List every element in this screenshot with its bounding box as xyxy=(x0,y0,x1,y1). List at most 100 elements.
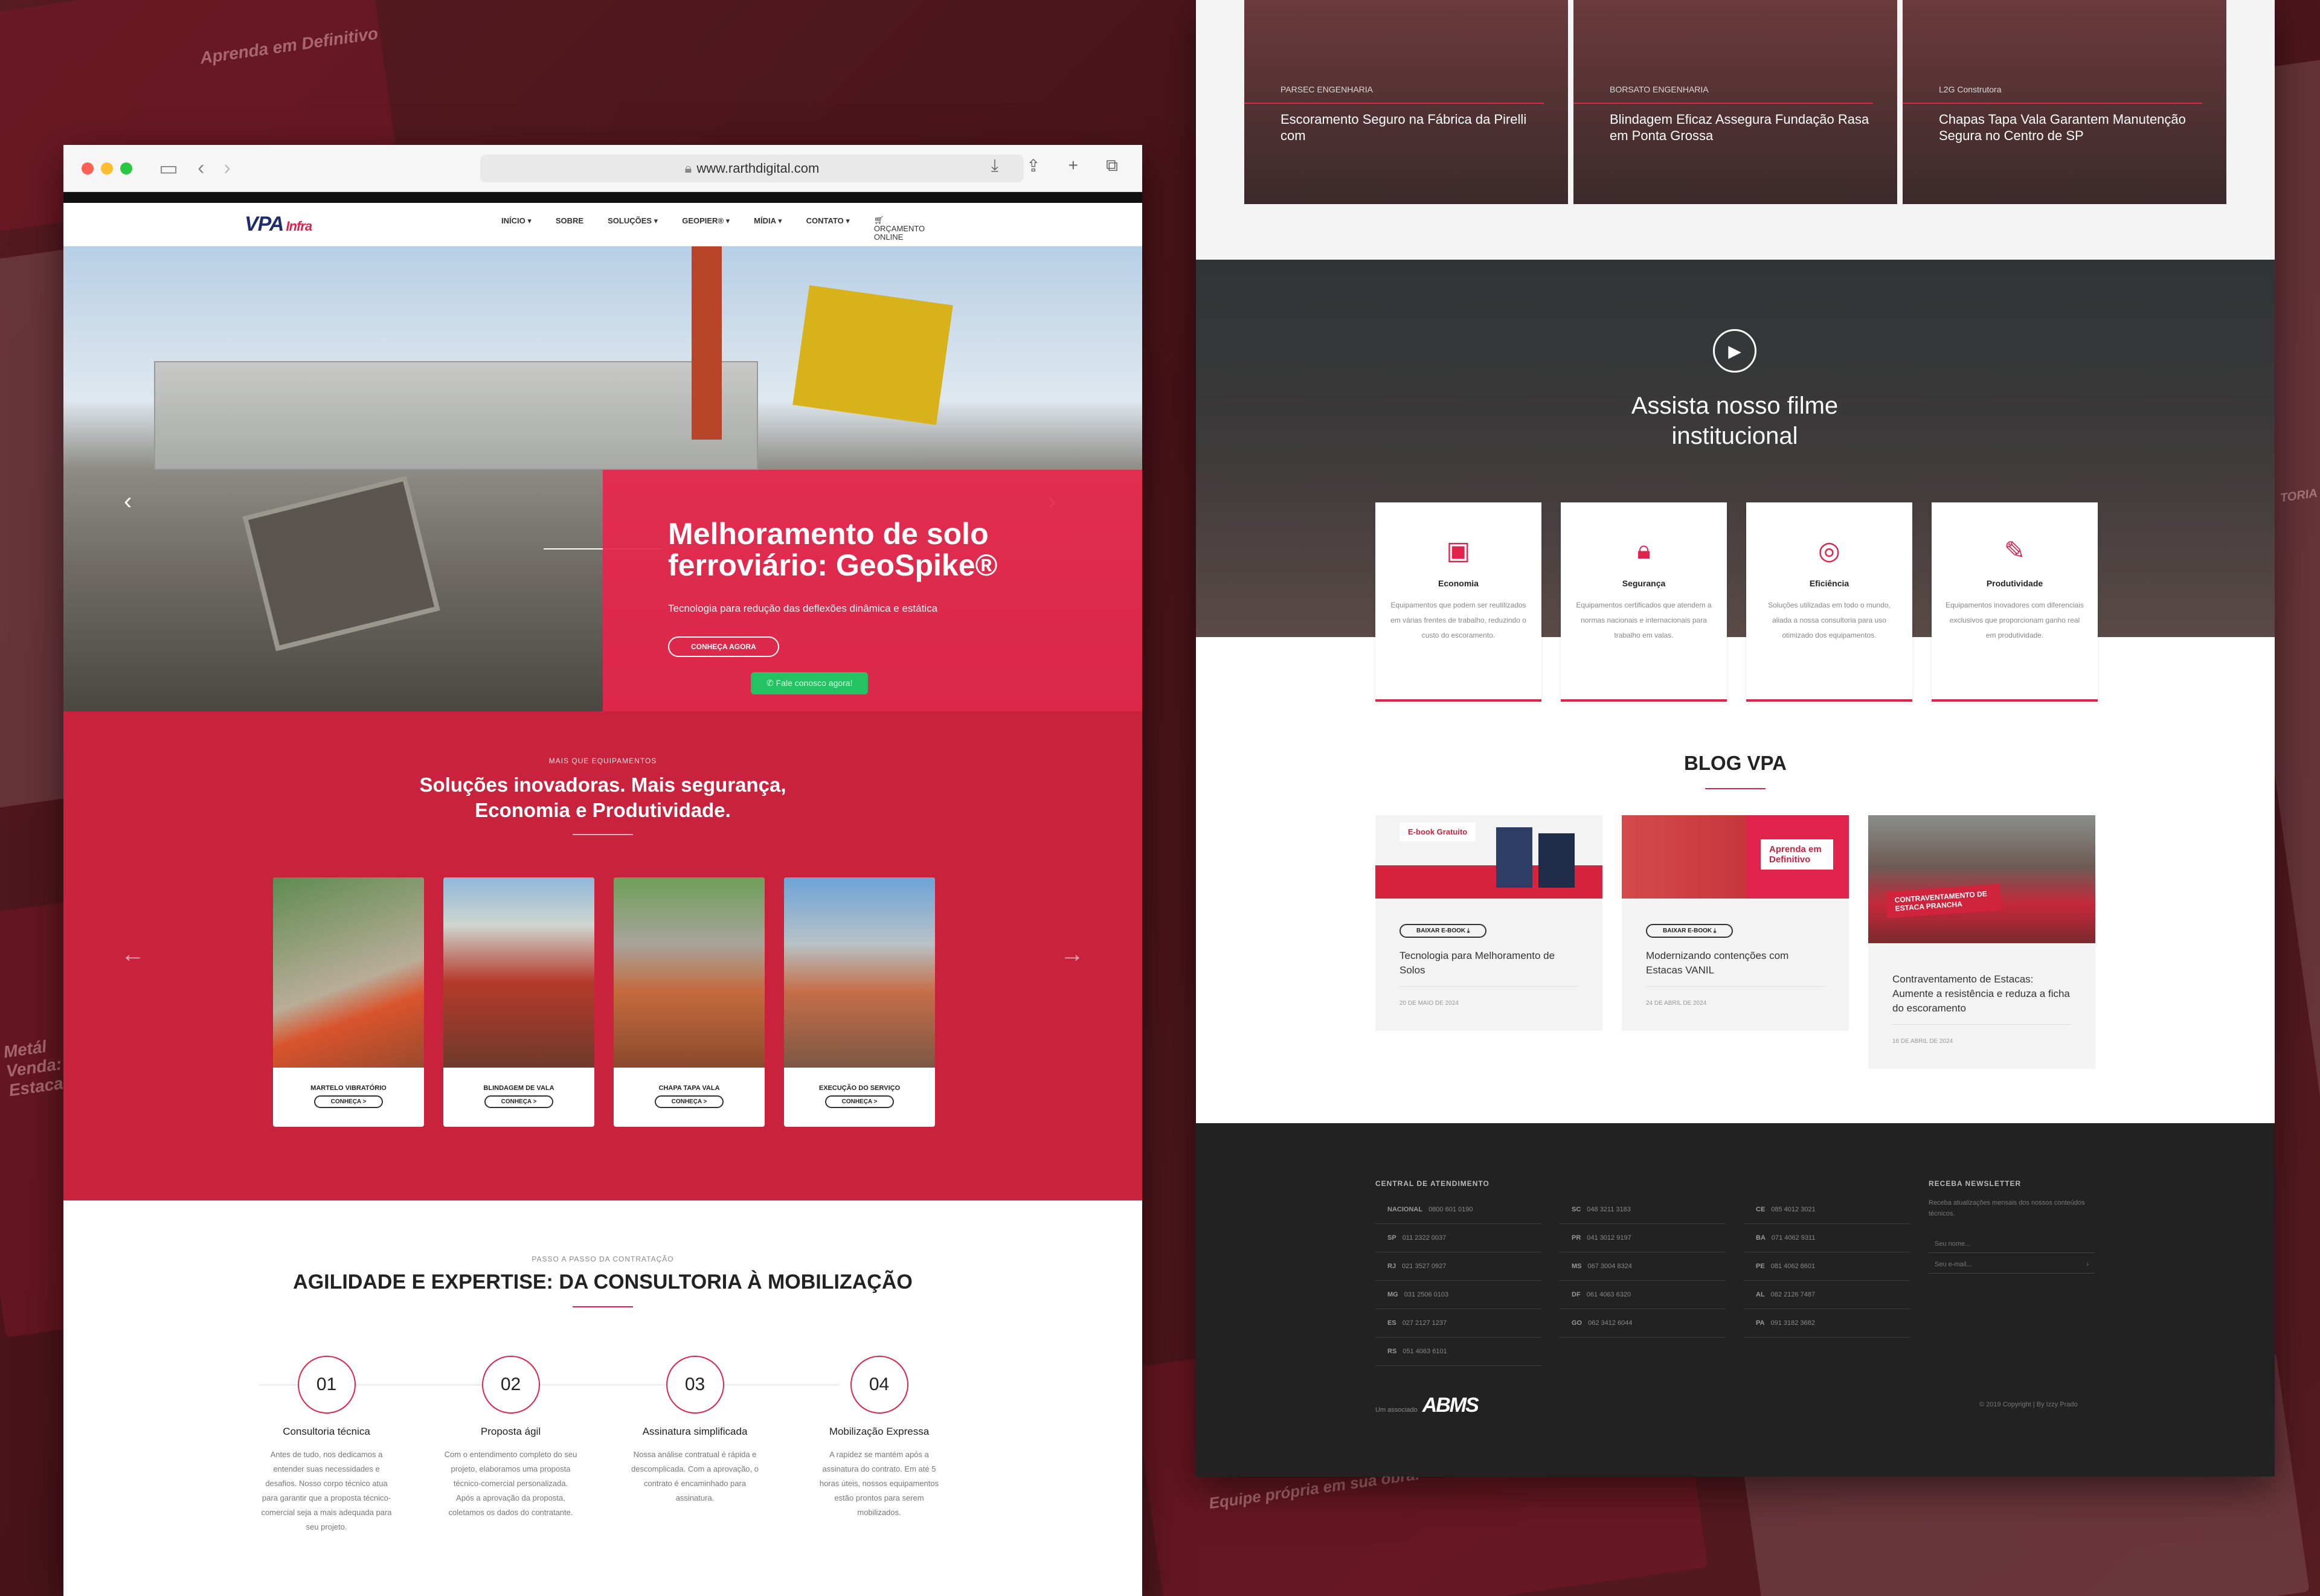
card-image xyxy=(784,877,935,1068)
download-icon[interactable]: ⤓ xyxy=(991,156,998,176)
close-window-button[interactable] xyxy=(82,162,94,175)
solutions-kicker: MAIS QUE EQUIPAMENTOS xyxy=(548,757,657,765)
phone-row[interactable]: GO 062 3412 6044 xyxy=(1560,1309,1726,1338)
phone-row[interactable]: RS 051 4063 6101 xyxy=(1375,1338,1541,1366)
divider xyxy=(573,834,633,835)
hero-image-train xyxy=(154,361,758,470)
blog-post[interactable]: Aprenda em Definitivo BAIXAR E-BOOK ⤓ Mo… xyxy=(1622,815,1849,1031)
menu-item-sobre[interactable]: SOBRE xyxy=(556,216,583,242)
phone-row[interactable]: SC 048 3211 3183 xyxy=(1560,1196,1726,1224)
card-button[interactable]: CONHEÇA > xyxy=(824,1095,895,1108)
feature-card: ✎ Produtividade Equipamentos inovadores … xyxy=(1932,502,2098,702)
phone-row[interactable]: PA 091 3182 3682 xyxy=(1744,1309,1910,1338)
quote-link[interactable]: 🛒︎ ORÇAMENTO ONLINE xyxy=(874,216,928,242)
post-tag-button[interactable]: BAIXAR E-BOOK ⤓ xyxy=(1399,924,1487,938)
footer-heading: CENTRAL DE ATENDIMENTO xyxy=(1375,1179,1489,1188)
whatsapp-button[interactable]: ✆ Fale conosco agora! xyxy=(751,672,869,694)
minimize-window-button[interactable] xyxy=(101,162,113,175)
case-card[interactable]: L2G Construtora Chapas Tapa Vala Garante… xyxy=(1903,0,2226,204)
blog-section: BLOG VPA E-book Gratuito BAIXAR E-BOOK ⤓… xyxy=(1196,637,2275,1123)
phone-row[interactable]: RJ 021 3527 0927 xyxy=(1375,1252,1541,1281)
solution-card[interactable]: EXECUÇÃO DO SERVIÇO CONHEÇA > xyxy=(784,877,935,1127)
card-title: BLINDAGEM DE VALA xyxy=(483,1085,554,1092)
play-icon[interactable]: ▶ xyxy=(1713,329,1756,373)
wallet-icon: ▣ xyxy=(1446,536,1471,565)
copyright: © 2019 Copyright | By Izzy Prado xyxy=(1979,1401,2078,1408)
card-button[interactable]: CONHEÇA > xyxy=(654,1095,724,1108)
lock-icon: 🔒︎ xyxy=(1637,536,1651,564)
abms-logo[interactable]: ABMS xyxy=(1422,1394,1479,1417)
blog-post[interactable]: CONTRAVENTAMENTO DE ESTACA PRANCHA Contr… xyxy=(1868,815,2095,1069)
chevron-left-icon[interactable]: ‹ xyxy=(124,488,132,515)
sidebar-icon[interactable]: ▭ xyxy=(159,156,178,181)
post-date: 24 DE ABRIL DE 2024 xyxy=(1646,1000,1707,1007)
feature-card: ▣ Economia Equipamentos que podem ser re… xyxy=(1375,502,1541,702)
post-title[interactable]: Modernizando contenções com Estacas VANI… xyxy=(1646,949,1825,987)
post-image-caption: CONTRAVENTAMENTO DE ESTACA PRANCHA xyxy=(1885,883,2002,918)
hero-subtitle: Tecnologia para redução das deflexões di… xyxy=(668,603,938,614)
case-card[interactable]: PARSEC ENGENHARIA Escoramento Seguro na … xyxy=(1244,0,1568,204)
menu-item-midia[interactable]: MÍDIA ▾ xyxy=(754,216,782,242)
step-title: Consultoria técnica xyxy=(283,1426,370,1437)
share-icon[interactable]: ⇪ xyxy=(1026,156,1040,176)
address-bar[interactable]: 🔒︎ www.rarthdigital.com xyxy=(480,155,1024,182)
divider xyxy=(573,1306,633,1307)
menu-item-contato[interactable]: CONTATO ▾ xyxy=(806,216,850,242)
phone-row[interactable]: NACIONAL 0800 601 0190 xyxy=(1375,1196,1541,1224)
blog-post[interactable]: E-book Gratuito BAIXAR E-BOOK ⤓ Tecnolog… xyxy=(1375,815,1602,1031)
solution-card[interactable]: BLINDAGEM DE VALA CONHEÇA > xyxy=(443,877,594,1127)
newsletter-heading: RECEBA NEWSLETTER xyxy=(1929,1179,2022,1188)
step-number: 03 xyxy=(666,1356,724,1414)
phone-row[interactable]: CE 085 4012 3021 xyxy=(1744,1196,1910,1224)
chevron-right-icon[interactable]: › xyxy=(223,156,230,180)
phone-row[interactable]: BA 071 4062 9311 xyxy=(1744,1224,1910,1252)
plus-icon[interactable]: + xyxy=(1068,156,1078,176)
newsletter-form: RECEBA NEWSLETTER Receba atualizações me… xyxy=(1929,1179,2095,1274)
site-logo[interactable]: VPA Infra xyxy=(245,213,312,236)
maximize-window-button[interactable] xyxy=(120,162,132,175)
phone-row[interactable]: PR 041 3012 9197 xyxy=(1560,1224,1726,1252)
phone-row[interactable]: SP 011 2322 0037 xyxy=(1375,1224,1541,1252)
card-image xyxy=(273,877,424,1068)
lock-icon: 🔒︎ xyxy=(684,161,692,176)
arrow-right-icon[interactable]: → xyxy=(1060,941,1084,968)
download-icon: ⤓ xyxy=(1713,928,1717,934)
card-button[interactable]: CONHEÇA > xyxy=(313,1095,384,1108)
solution-card[interactable]: MARTELO VIBRATÓRIO CONHEÇA > xyxy=(273,877,424,1127)
card-button[interactable]: CONHEÇA > xyxy=(484,1095,554,1108)
feature-card: 🔒︎ Segurança Equipamentos certificados q… xyxy=(1561,502,1727,702)
chevron-right-icon[interactable]: › xyxy=(2086,1255,2089,1274)
feature-text: Equipamentos inovadores com diferenciais… xyxy=(1946,601,2084,639)
menu-item-solucoes[interactable]: SOLUÇÕES ▾ xyxy=(608,216,658,242)
url-text: www.rarthdigital.com xyxy=(696,161,820,176)
solutions-section: MAIS QUE EQUIPAMENTOS Soluções inovadora… xyxy=(63,711,1142,1200)
feature-title: Eficiência xyxy=(1809,578,1849,588)
site-footer: CENTRAL DE ATENDIMENTO NACIONAL 0800 601 … xyxy=(1196,1123,2275,1476)
menu-item-geopier[interactable]: GEOPIER® ▾ xyxy=(682,216,730,242)
chevron-left-icon[interactable]: ‹ xyxy=(198,156,204,180)
phone-row[interactable]: MG 031 2506 0103 xyxy=(1375,1281,1541,1309)
post-tag-button[interactable]: BAIXAR E-BOOK ⤓ xyxy=(1646,924,1734,938)
case-title: Escoramento Seguro na Fábrica da Pirelli… xyxy=(1280,112,1527,143)
phone-row[interactable]: ES 027 2127 1237 xyxy=(1375,1309,1541,1338)
phone-row[interactable]: AL 082 2126 7487 xyxy=(1744,1281,1910,1309)
post-title[interactable]: Tecnologia para Melhoramento de Solos xyxy=(1399,949,1578,987)
phone-row[interactable]: DF 061 4063 6320 xyxy=(1560,1281,1726,1309)
feature-card: ◎ Eficiência Soluções utilizadas em todo… xyxy=(1746,502,1912,702)
solution-card[interactable]: CHAPA TAPA VALA CONHEÇA > xyxy=(614,877,765,1127)
name-field[interactable]: Seu nome... xyxy=(1929,1235,2095,1253)
hero-cta-button[interactable]: CONHEÇA AGORA xyxy=(668,636,779,657)
email-field[interactable]: Seu e-mail... › xyxy=(1929,1255,2095,1274)
post-title[interactable]: Contraventamento de Estacas: Aumente a r… xyxy=(1892,972,2071,1025)
card-title: EXECUÇÃO DO SERVIÇO xyxy=(818,1085,901,1092)
phone-row[interactable]: PE 081 4062 8601 xyxy=(1744,1252,1910,1281)
browser-toolbar: ▭ ‹ › 🔒︎ www.rarthdigital.com ⤓ ⇪ + ⧉ xyxy=(63,145,1142,192)
phone-row[interactable]: MS 067 3004 8324 xyxy=(1560,1252,1726,1281)
step-number: 02 xyxy=(481,1356,540,1414)
tabs-icon[interactable]: ⧉ xyxy=(1106,156,1118,176)
menu-item-inicio[interactable]: INÍCIO ▾ xyxy=(501,216,532,242)
arrow-left-icon[interactable]: ← xyxy=(121,941,145,968)
tools-icon: ✎ xyxy=(2003,536,2026,565)
case-card[interactable]: BORSATO ENGENHARIA Blindagem Eficaz Asse… xyxy=(1573,0,1897,204)
step-number: 01 xyxy=(297,1356,356,1414)
